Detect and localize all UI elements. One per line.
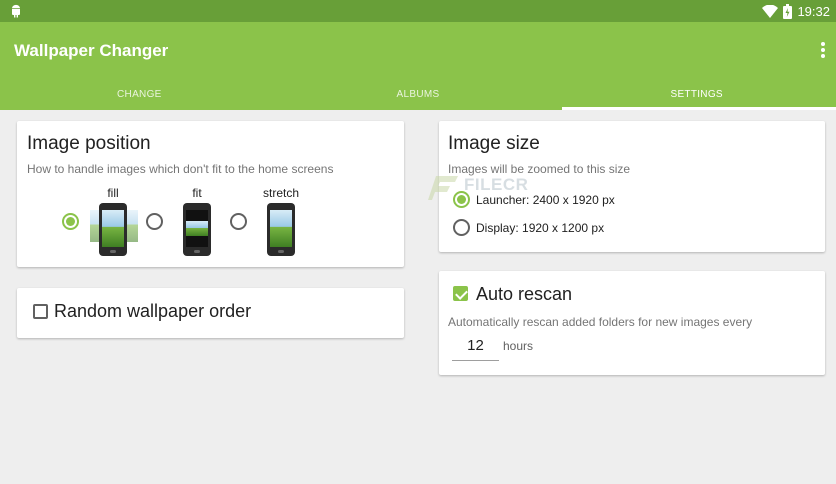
auto-rescan-checkbox[interactable] <box>453 286 468 301</box>
fit-label: fit <box>192 186 202 200</box>
fit-preview-phone <box>183 203 211 256</box>
tab-change[interactable]: CHANGE <box>0 81 279 110</box>
tab-albums[interactable]: ALBUMS <box>279 81 558 110</box>
app-bar: Wallpaper Changer CHANGE ALBUMS SETTINGS <box>0 22 836 110</box>
more-vert-icon[interactable] <box>820 42 826 60</box>
stretch-preview-phone <box>267 203 295 256</box>
android-icon <box>12 4 20 18</box>
fill-preview-phone <box>99 203 127 256</box>
launcher-size-label[interactable]: Launcher: 2400 x 1920 px <box>476 193 615 207</box>
launcher-size-radio[interactable] <box>453 191 470 208</box>
random-order-label[interactable]: Random wallpaper order <box>54 301 251 322</box>
image-size-card: Image size Images will be zoomed to this… <box>439 121 825 252</box>
status-time: 19:32 <box>797 3 830 19</box>
wifi-icon <box>762 4 779 18</box>
random-order-card: Random wallpaper order <box>17 288 404 338</box>
auto-rescan-card: Auto rescan Automatically rescan added f… <box>439 271 825 375</box>
display-size-label[interactable]: Display: 1920 x 1200 px <box>476 221 604 235</box>
tab-bar: CHANGE ALBUMS SETTINGS <box>0 81 836 110</box>
app-title: Wallpaper Changer <box>14 41 169 60</box>
fill-radio[interactable] <box>62 213 79 230</box>
auto-rescan-description: Automatically rescan added folders for n… <box>448 315 753 329</box>
rescan-interval-unit: hours <box>503 339 534 353</box>
fill-label: fill <box>107 186 119 200</box>
stretch-radio[interactable] <box>230 213 247 230</box>
status-bar: 19:32 <box>0 0 836 22</box>
image-position-description: How to handle images which don't fit to … <box>27 162 334 176</box>
rescan-interval-input[interactable]: 12 <box>452 335 499 361</box>
image-size-title: Image size <box>448 133 540 154</box>
tab-settings[interactable]: SETTINGS <box>557 81 836 110</box>
stretch-label: stretch <box>262 186 299 200</box>
battery-icon <box>783 3 793 19</box>
random-order-checkbox[interactable] <box>33 304 48 319</box>
image-position-card: Image position How to handle images whic… <box>17 121 404 267</box>
tab-indicator <box>562 107 836 110</box>
fit-radio[interactable] <box>146 213 163 230</box>
image-size-description: Images will be zoomed to this size <box>448 162 631 176</box>
display-size-radio[interactable] <box>453 219 470 236</box>
auto-rescan-label[interactable]: Auto rescan <box>476 284 572 305</box>
image-position-title: Image position <box>27 133 151 154</box>
